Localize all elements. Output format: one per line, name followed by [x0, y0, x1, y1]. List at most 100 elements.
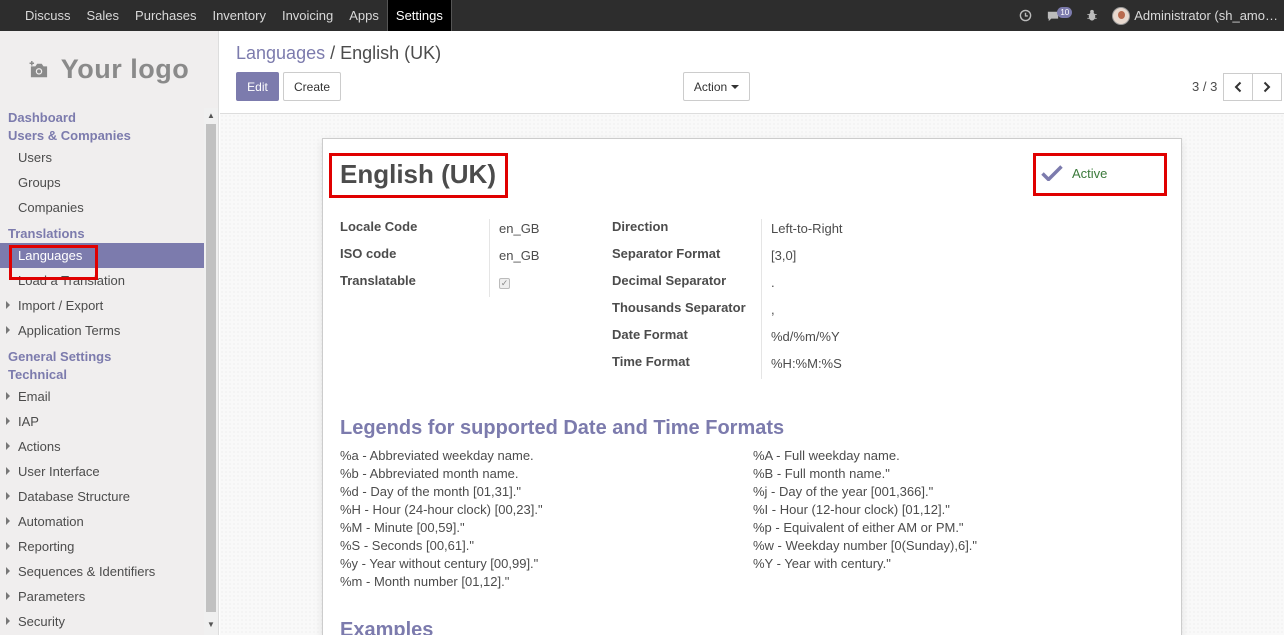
- legend-heading: Legends for supported Date and Time Form…: [340, 417, 785, 439]
- direction-value: Left-to-Right: [771, 221, 843, 236]
- sidebar-item-iap[interactable]: IAP: [0, 409, 204, 434]
- decimal-separator-value: .: [771, 275, 775, 290]
- sidebar-section-users-companies[interactable]: Users & Companies: [0, 127, 204, 145]
- sidebar-item-users[interactable]: Users: [0, 145, 204, 170]
- pager-previous-button[interactable]: [1223, 73, 1253, 101]
- decimal-separator-label: Decimal Separator: [612, 273, 727, 288]
- breadcrumb-current: English (UK): [340, 43, 442, 63]
- bug-icon[interactable]: [1086, 9, 1098, 22]
- main-menu: Discuss Sales Purchases Inventory Invoic…: [0, 0, 452, 31]
- examples-heading: Examples: [340, 619, 434, 635]
- sidebar-item-import-export[interactable]: Import / Export: [0, 293, 204, 318]
- menu-inventory[interactable]: Inventory: [204, 0, 273, 31]
- menu-settings[interactable]: Settings: [386, 0, 452, 31]
- edit-button[interactable]: Edit: [236, 72, 279, 101]
- legend-left-column: %a - Abbreviated weekday name. %b - Abbr…: [340, 447, 543, 591]
- sidebar-section-translations[interactable]: Translations: [0, 225, 204, 243]
- sidebar-item-database-structure[interactable]: Database Structure: [0, 484, 204, 509]
- messages-badge: 10: [1057, 7, 1073, 18]
- languages-highlight: [9, 245, 98, 280]
- active-highlight: [1033, 153, 1167, 196]
- legend-line: %d - Day of the month [01,31].": [340, 484, 521, 499]
- form-sheet: English (UK) Active Locale Code en_GB IS…: [322, 138, 1182, 635]
- action-button[interactable]: Action: [683, 72, 750, 101]
- legend-line: %M - Minute [00,59].": [340, 520, 465, 535]
- sidebar-scrollbar[interactable]: ▲ ▼: [204, 108, 218, 635]
- translatable-label: Translatable: [340, 273, 416, 288]
- action-label: Action: [693, 79, 728, 94]
- scroll-down-icon[interactable]: ▼: [207, 620, 215, 629]
- user-menu[interactable]: Administrator (sh_amo…: [1112, 6, 1278, 25]
- camera-icon: [29, 60, 47, 77]
- scroll-up-icon[interactable]: ▲: [207, 111, 215, 120]
- iso-code-label: ISO code: [340, 246, 397, 261]
- legend-line: %B - Full month name.": [753, 466, 890, 481]
- legend-line: %S - Seconds [00,61].": [340, 538, 474, 553]
- breadcrumb-languages[interactable]: Languages: [236, 43, 325, 63]
- menu-purchases[interactable]: Purchases: [127, 0, 204, 31]
- sidebar-item-general-settings[interactable]: General Settings: [0, 348, 204, 366]
- thousands-separator-value: ,: [771, 302, 775, 317]
- legend-line: %Y - Year with century.": [753, 556, 891, 571]
- pager-value[interactable]: 3 / 3: [1192, 79, 1217, 94]
- menu-apps[interactable]: Apps: [341, 0, 387, 31]
- legend-line: %b - Abbreviated month name.: [340, 466, 519, 481]
- date-format-value: %d/%m/%Y: [771, 329, 840, 344]
- legend-line: %j - Day of the year [001,366].": [753, 484, 934, 499]
- pager-next-button[interactable]: [1252, 73, 1282, 101]
- sidebar-item-groups[interactable]: Groups: [0, 170, 204, 195]
- sidebar-item-user-interface[interactable]: User Interface: [0, 459, 204, 484]
- caret-down-icon: [731, 84, 740, 89]
- menu-discuss[interactable]: Discuss: [17, 0, 79, 31]
- legend-right-column: %A - Full weekday name. %B - Full month …: [753, 447, 977, 573]
- scrollbar-thumb[interactable]: [206, 124, 216, 612]
- chevron-right-icon: [1263, 81, 1271, 93]
- clock-icon[interactable]: [1019, 9, 1032, 22]
- sidebar-item-reporting[interactable]: Reporting: [0, 534, 204, 559]
- company-logo: Your logo: [0, 31, 218, 108]
- title-highlight: [329, 153, 508, 198]
- sidebar-item-parameters[interactable]: Parameters: [0, 584, 204, 609]
- avatar: [1112, 6, 1131, 25]
- sidebar-section-technical[interactable]: Technical: [0, 366, 204, 384]
- legend-line: %w - Weekday number [0(Sunday),6].": [753, 538, 978, 553]
- sidebar-item-security[interactable]: Security: [0, 609, 204, 634]
- locale-code-label: Locale Code: [340, 219, 418, 234]
- messages-icon[interactable]: 10: [1046, 7, 1073, 22]
- legend-line: %I - Hour (12-hour clock) [01,12].": [753, 502, 950, 517]
- field-divider: [489, 219, 490, 297]
- logo-text: Your logo: [60, 54, 190, 84]
- user-name: Administrator (sh_amo…: [1134, 8, 1278, 23]
- separator-format-value: [3,0]: [771, 248, 797, 263]
- thousands-separator-label: Thousands Separator: [612, 300, 746, 315]
- sidebar-item-application-terms[interactable]: Application Terms: [0, 318, 204, 343]
- chevron-left-icon: [1234, 81, 1242, 93]
- translatable-checkbox[interactable]: ✓: [499, 278, 510, 289]
- sidebar-item-actions[interactable]: Actions: [0, 434, 204, 459]
- direction-label: Direction: [612, 219, 669, 234]
- time-format-label: Time Format: [612, 354, 690, 369]
- breadcrumb: Languages / English (UK): [236, 43, 441, 64]
- top-navbar: Discuss Sales Purchases Inventory Invoic…: [0, 0, 1284, 31]
- legend-line: %H - Hour (24-hour clock) [00,23].": [340, 502, 543, 517]
- legend-line: %p - Equivalent of either AM or PM.": [753, 520, 964, 535]
- legend-line: %m - Month number [01,12].": [340, 574, 510, 589]
- legend-line: %A - Full weekday name.: [753, 448, 900, 463]
- menu-invoicing[interactable]: Invoicing: [274, 0, 341, 31]
- menu-sales[interactable]: Sales: [79, 0, 128, 31]
- legend-line: %a - Abbreviated weekday name.: [340, 448, 534, 463]
- sidebar: Your logo Dashboard Users & Companies Us…: [0, 31, 219, 635]
- create-button[interactable]: Create: [283, 72, 341, 101]
- sidebar-item-automation[interactable]: Automation: [0, 509, 204, 534]
- form-background: English (UK) Active Locale Code en_GB IS…: [220, 113, 1284, 635]
- time-format-value: %H:%M:%S: [771, 356, 842, 371]
- iso-code-value: en_GB: [499, 248, 540, 263]
- sidebar-item-companies[interactable]: Companies: [0, 195, 204, 220]
- sidebar-item-dashboard[interactable]: Dashboard: [0, 109, 204, 127]
- systray: 10 Administrator (sh_amo…: [1005, 0, 1284, 31]
- legend-line: %y - Year without century [00,99].": [340, 556, 539, 571]
- sidebar-item-sequences[interactable]: Sequences & Identifiers: [0, 559, 204, 584]
- main-content: Languages / English (UK) Edit Create Act…: [220, 31, 1284, 635]
- locale-code-value: en_GB: [499, 221, 540, 236]
- sidebar-item-email[interactable]: Email: [0, 384, 204, 409]
